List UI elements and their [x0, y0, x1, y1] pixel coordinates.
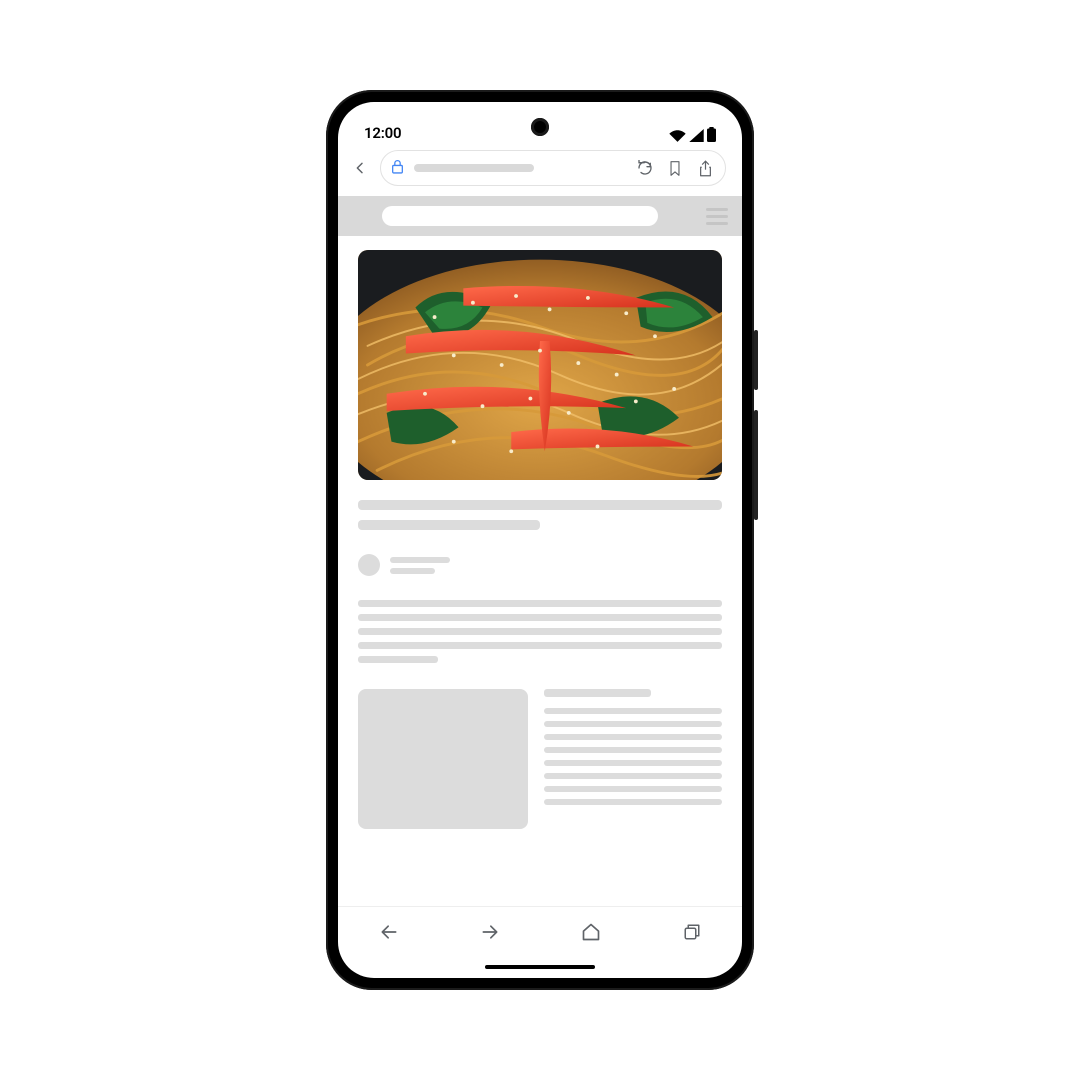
gesture-bar[interactable]: [338, 956, 742, 978]
lock-icon: [391, 159, 404, 178]
site-search-placeholder[interactable]: [382, 206, 658, 226]
byline: [358, 554, 722, 576]
date-placeholder: [390, 568, 435, 574]
reload-icon[interactable]: [635, 158, 655, 178]
avatar: [358, 554, 380, 576]
clock: 12:00: [364, 124, 401, 142]
article: [338, 236, 742, 906]
address-bar[interactable]: [380, 150, 726, 186]
nav-forward-button[interactable]: [479, 921, 501, 943]
page-content[interactable]: [338, 196, 742, 906]
battery-icon: [707, 127, 716, 142]
nav-home-button[interactable]: [580, 921, 602, 943]
wifi-icon: [669, 129, 686, 142]
author-placeholder: [390, 557, 450, 563]
back-button[interactable]: [348, 156, 372, 180]
bookmark-icon[interactable]: [665, 158, 685, 178]
phone-frame: 12:00: [326, 90, 754, 990]
volume-button: [754, 330, 758, 390]
power-button: [754, 410, 758, 520]
site-header: [338, 196, 742, 236]
url-placeholder: [414, 164, 534, 172]
nav-back-button[interactable]: [378, 921, 400, 943]
article-title-placeholder: [358, 500, 722, 530]
hamburger-icon[interactable]: [706, 208, 728, 225]
related-card[interactable]: [358, 689, 722, 829]
nav-tabs-button[interactable]: [681, 921, 703, 943]
screen: 12:00: [338, 102, 742, 978]
browser-toolbar: [338, 142, 742, 196]
paragraph-placeholder: [358, 600, 722, 663]
card-image-placeholder: [358, 689, 528, 829]
cellular-icon: [689, 129, 704, 142]
front-camera: [531, 118, 549, 136]
card-text-placeholder: [544, 689, 722, 829]
hero-image[interactable]: [358, 250, 722, 480]
share-icon[interactable]: [695, 158, 715, 178]
bottom-nav: [338, 906, 742, 956]
